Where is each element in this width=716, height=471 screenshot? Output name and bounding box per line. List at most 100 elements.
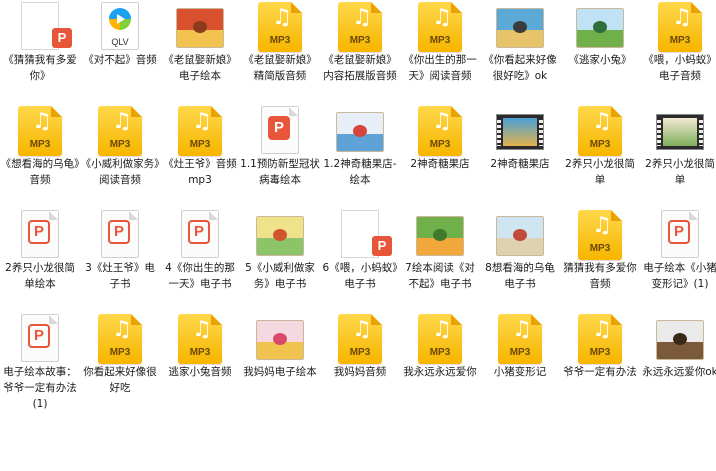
file-name: 《小威利做家务》阅读音频 xyxy=(80,158,160,186)
file-thumbnail xyxy=(480,210,560,260)
file-name: 2养只小龙很简单绘本 xyxy=(5,262,75,290)
file-type-tag: MP3 xyxy=(429,35,451,46)
file-name: 2养只小龙很简单 xyxy=(645,158,715,186)
file-item[interactable]: ♫ MP3 我妈妈音频 xyxy=(320,314,400,380)
file-name: 《逃家小兔》 xyxy=(568,54,632,66)
file-item[interactable]: ♫ MP3 2神奇糖果店 xyxy=(400,106,480,172)
music-note-icon: ♫ xyxy=(192,317,212,342)
picture-book-icon xyxy=(256,216,304,256)
file-item[interactable]: 5《小威利做家务》电子书 xyxy=(240,210,320,292)
file-item[interactable]: ♫ MP3 《小威利做家务》阅读音频 xyxy=(80,106,160,188)
wps-logo-icon: P xyxy=(188,220,210,244)
file-item[interactable]: QLV 《对不起》音频 xyxy=(80,2,160,68)
file-type-tag: MP3 xyxy=(589,243,611,254)
file-thumbnail xyxy=(640,106,716,156)
wps-doc-icon: P xyxy=(21,314,59,362)
picture-figure xyxy=(513,229,527,241)
file-type-tag: MP3 xyxy=(589,139,611,150)
file-item[interactable]: P 4《你出生的那一天》电子书 xyxy=(160,210,240,292)
file-type-tag: MP3 xyxy=(429,139,451,150)
file-item[interactable]: ♫ MP3 《你出生的那一天》阅读音频 xyxy=(400,2,480,84)
file-item[interactable]: 永远永远爱你ok xyxy=(640,314,716,380)
page-fold xyxy=(291,2,302,13)
mp3-icon: ♫ MP3 xyxy=(98,106,142,156)
file-item[interactable]: ♫ MP3 2养只小龙很简单 xyxy=(560,106,640,188)
file-name: 2神奇糖果店 xyxy=(490,158,550,170)
page-fold xyxy=(451,2,462,13)
file-item[interactable]: ♫ MP3 《灶王爷》音频mp3 xyxy=(160,106,240,188)
file-item[interactable]: P 2养只小龙很简单绘本 xyxy=(0,210,80,292)
music-note-icon: ♫ xyxy=(432,109,452,134)
page-fold xyxy=(49,315,58,324)
page-fold xyxy=(451,106,462,117)
film-strip xyxy=(657,118,661,146)
wps-doc-icon: P xyxy=(661,210,699,258)
file-item[interactable]: ♫ MP3 《老鼠娶新娘》内容拓展版音频 xyxy=(320,2,400,84)
file-item[interactable]: P 《猜猜我有多爱你》 xyxy=(0,2,80,84)
file-thumbnail: P xyxy=(160,210,240,260)
file-item[interactable]: ♫ MP3 猜猜我有多爱你音频 xyxy=(560,210,640,292)
file-item[interactable]: 2神奇糖果店 xyxy=(480,106,560,172)
file-item[interactable]: P 1.1预防新型冠状病毒绘本 xyxy=(240,106,320,188)
file-name: 《老鼠娶新娘》电子绘本 xyxy=(163,54,237,82)
wps-doc-icon: P xyxy=(261,106,299,154)
file-item[interactable]: 2养只小龙很简单 xyxy=(640,106,716,188)
mp3-icon: ♫ MP3 xyxy=(18,106,62,156)
file-name: 《老鼠娶新娘》精简版音频 xyxy=(243,54,317,82)
file-thumbnail xyxy=(400,210,480,260)
file-item[interactable]: ♫ MP3 爷爷一定有办法 xyxy=(560,314,640,380)
file-item[interactable]: ♫ MP3 你看起来好像很好吃 xyxy=(80,314,160,396)
file-item[interactable]: 8想看海的乌龟 电子书 xyxy=(480,210,560,292)
file-name: 8想看海的乌龟 电子书 xyxy=(485,262,555,290)
file-thumbnail: ♫ MP3 xyxy=(320,314,400,364)
wps-logo-icon: P xyxy=(372,236,392,256)
file-item[interactable]: 我妈妈电子绘本 xyxy=(240,314,320,380)
file-item[interactable]: 7绘本阅读《对不起》电子书 xyxy=(400,210,480,292)
mp3-icon: ♫ MP3 xyxy=(418,2,462,52)
file-type-tag: QLV xyxy=(111,37,129,47)
file-type-tag: MP3 xyxy=(349,347,371,358)
video-thumb-icon xyxy=(656,114,704,150)
file-name: 电子绘本《小猪变形记》(1) xyxy=(643,262,716,290)
file-item[interactable]: ♫ MP3 《想看海的乌龟》音频 xyxy=(0,106,80,188)
page-fold xyxy=(689,211,698,220)
file-thumbnail: P xyxy=(80,210,160,260)
file-name: 《喂，小蚂蚁》电子音频 xyxy=(643,54,716,82)
file-type-tag: MP3 xyxy=(189,139,211,150)
file-item[interactable]: ♫ MP3 《老鼠娶新娘》精简版音频 xyxy=(240,2,320,84)
picture-figure xyxy=(433,229,447,241)
file-name: 电子绘本故事：爷爷一定有办法(1) xyxy=(3,366,77,410)
file-item[interactable]: ♫ MP3 我永远永远爱你 xyxy=(400,314,480,380)
file-item[interactable]: P 电子绘本故事：爷爷一定有办法(1) xyxy=(0,314,80,412)
mp3-icon: ♫ MP3 xyxy=(578,106,622,156)
page-fold xyxy=(131,106,142,117)
file-item[interactable]: P 电子绘本《小猪变形记》(1) xyxy=(640,210,716,292)
mp3-icon: ♫ MP3 xyxy=(578,210,622,260)
file-thumbnail: ♫ MP3 xyxy=(400,314,480,364)
page-fold xyxy=(211,314,222,325)
music-note-icon: ♫ xyxy=(112,109,132,134)
picture-figure xyxy=(593,21,607,33)
file-item[interactable]: 《逃家小兔》 xyxy=(560,2,640,68)
wps-logo-icon: P xyxy=(52,28,72,48)
file-item[interactable]: P 6《喂，小蚂蚁》电子书 xyxy=(320,210,400,292)
file-item[interactable]: 《你看起来好像很好吃》ok xyxy=(480,2,560,84)
file-item[interactable]: 《老鼠娶新娘》电子绘本 xyxy=(160,2,240,84)
file-name: 《你看起来好像很好吃》ok xyxy=(483,54,557,82)
file-name: 《想看海的乌龟》音频 xyxy=(0,158,80,186)
file-name: 你看起来好像很好吃 xyxy=(83,366,157,394)
file-item[interactable]: ♫ MP3 小猪变形记 xyxy=(480,314,560,380)
file-item[interactable]: ♫ MP3 逃家小兔音频 xyxy=(160,314,240,380)
file-thumbnail: ♫ MP3 xyxy=(160,106,240,156)
file-item[interactable]: ♫ MP3 《喂，小蚂蚁》电子音频 xyxy=(640,2,716,84)
picture-figure xyxy=(193,21,207,33)
file-item[interactable]: P 3《灶王爷》电子书 xyxy=(80,210,160,292)
file-name: 4《你出生的那一天》电子书 xyxy=(165,262,235,290)
picture-book-icon xyxy=(496,8,544,48)
music-note-icon: ♫ xyxy=(672,5,692,30)
file-item[interactable]: 1.2神奇糖果店-绘本 xyxy=(320,106,400,188)
file-name: 《灶王爷》音频mp3 xyxy=(163,158,237,186)
picture-book-icon xyxy=(176,8,224,48)
picture-figure xyxy=(273,229,287,241)
file-name: 猜猜我有多爱你音频 xyxy=(563,262,637,290)
